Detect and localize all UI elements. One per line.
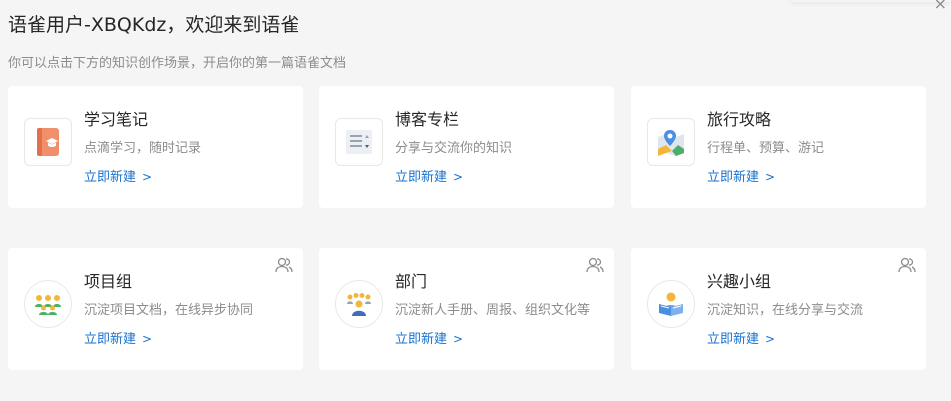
card-description: 点滴学习，随时记录 bbox=[84, 141, 202, 156]
create-now-label: 立即新建 bbox=[84, 332, 137, 347]
card-description: 沉淀新人手册、周报、组织文化等 bbox=[395, 303, 591, 318]
create-now-label: 立即新建 bbox=[395, 170, 448, 185]
card-title: 旅行攻略 bbox=[707, 110, 772, 129]
create-now-label: 立即新建 bbox=[84, 170, 137, 185]
create-now-label: 立即新建 bbox=[707, 170, 760, 185]
card-title: 学习笔记 bbox=[84, 110, 149, 129]
close-button[interactable]: × bbox=[934, 0, 947, 13]
create-now-link[interactable]: 立即新建 > bbox=[84, 166, 152, 185]
page-subtitle: 你可以点击下方的知识创作场景，开启你的第一篇语雀文档 bbox=[8, 56, 347, 71]
scene-card-interest-group[interactable]: 兴趣小组 沉淀知识，在线分享与交流 立即新建 > bbox=[631, 248, 926, 370]
card-title: 部门 bbox=[395, 272, 428, 291]
welcome-panel: × 语雀用户-XBQKdz，欢迎来到语雀 你可以点击下方的知识创作场景，开启你的… bbox=[0, 0, 951, 401]
create-now-label: 立即新建 bbox=[707, 332, 760, 347]
notebook-icon bbox=[24, 118, 72, 166]
card-description: 行程单、预算、游记 bbox=[707, 141, 825, 156]
card-description: 沉淀项目文档，在线异步协同 bbox=[84, 303, 254, 318]
scene-card-project-team[interactable]: 项目组 沉淀项目文档，在线异步协同 立即新建 > bbox=[8, 248, 303, 370]
map-pin-icon bbox=[647, 118, 695, 166]
scene-card-blog-column[interactable]: 博客专栏 分享与交流你的知识 立即新建 > bbox=[319, 86, 614, 208]
reading-person-icon bbox=[647, 280, 695, 328]
card-description: 分享与交流你的知识 bbox=[395, 141, 513, 156]
create-now-link[interactable]: 立即新建 > bbox=[395, 328, 463, 347]
popup-edge bbox=[791, 0, 951, 2]
card-title: 项目组 bbox=[84, 272, 133, 291]
group-icon bbox=[586, 257, 604, 273]
create-now-link[interactable]: 立即新建 > bbox=[707, 328, 775, 347]
create-now-link[interactable]: 立即新建 > bbox=[395, 166, 463, 185]
chevron-right-icon: > bbox=[142, 170, 153, 184]
card-title: 博客专栏 bbox=[395, 110, 460, 129]
create-now-label: 立即新建 bbox=[395, 332, 448, 347]
group-icon bbox=[898, 257, 916, 273]
department-people-icon bbox=[335, 280, 383, 328]
card-description: 沉淀知识，在线分享与交流 bbox=[707, 303, 864, 318]
chevron-right-icon: > bbox=[453, 170, 464, 184]
chevron-right-icon: > bbox=[453, 332, 464, 346]
scene-card-department[interactable]: 部门 沉淀新人手册、周报、组织文化等 立即新建 > bbox=[319, 248, 614, 370]
scene-card-study-notes[interactable]: 学习笔记 点滴学习，随时记录 立即新建 > bbox=[8, 86, 303, 208]
chevron-right-icon: > bbox=[765, 332, 776, 346]
page-title: 语雀用户-XBQKdz，欢迎来到语雀 bbox=[8, 14, 300, 36]
chevron-right-icon: > bbox=[142, 332, 153, 346]
scene-card-travel-guide[interactable]: 旅行攻略 行程单、预算、游记 立即新建 > bbox=[631, 86, 926, 208]
chevron-right-icon: > bbox=[765, 170, 776, 184]
blog-document-icon bbox=[335, 118, 383, 166]
group-icon bbox=[275, 257, 293, 273]
team-people-icon bbox=[24, 280, 72, 328]
card-title: 兴趣小组 bbox=[707, 272, 772, 291]
create-now-link[interactable]: 立即新建 > bbox=[707, 166, 775, 185]
create-now-link[interactable]: 立即新建 > bbox=[84, 328, 152, 347]
